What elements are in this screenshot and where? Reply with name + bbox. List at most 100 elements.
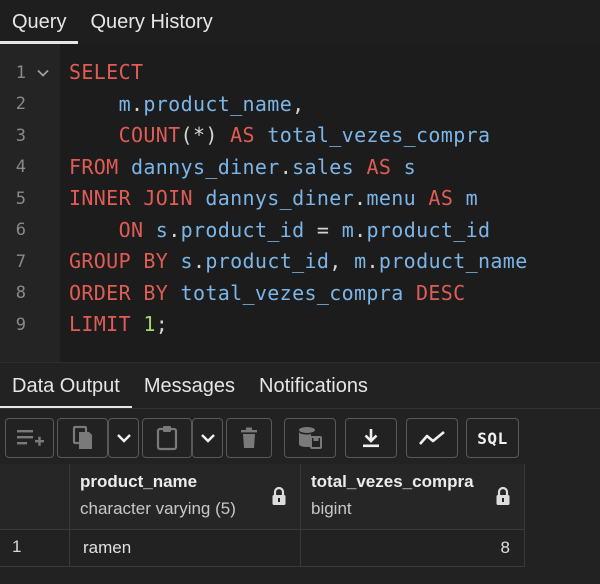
add-row-button[interactable] — [5, 418, 54, 458]
code-token: total_vezes_compra — [180, 280, 404, 305]
column-header-total-vezes-compra[interactable]: total_vezes_compra bigint — [300, 464, 525, 529]
sql-icon: SQL — [477, 428, 508, 448]
tab-query-history[interactable]: Query History — [78, 0, 224, 44]
code-line[interactable]: INNER JOIN dannys_diner.menu AS m — [69, 183, 600, 215]
table-row[interactable]: 1 ramen 8 — [0, 530, 525, 567]
lock-icon — [272, 486, 286, 505]
line-number: 3 — [15, 125, 26, 146]
query-tool: Query Query History 1 2 3 4 5 6 7 8 9 SE… — [0, 0, 600, 584]
code-line[interactable]: m.product_name, — [69, 89, 600, 121]
code-token: SELECT — [69, 60, 144, 84]
code-token: INNER JOIN — [69, 186, 193, 210]
code-token: product_id — [205, 249, 330, 273]
code-token: s — [155, 217, 169, 242]
download-button[interactable] — [345, 418, 397, 458]
copy-icon — [72, 425, 92, 449]
data-output-toolbar: SQL — [0, 408, 600, 465]
code-line[interactable]: FROM dannys_diner.sales AS s — [69, 152, 600, 184]
code-token: s — [403, 154, 417, 179]
cell-total-vezes-compra[interactable]: 8 — [300, 530, 525, 566]
code-token: AS — [230, 123, 255, 147]
tab-data-output[interactable]: Data Output — [0, 363, 132, 409]
code-token: . — [366, 249, 379, 273]
save-data-changes-button[interactable] — [284, 418, 336, 458]
code-token: . — [168, 217, 181, 242]
cell-value: ramen — [83, 538, 132, 557]
code-token: . — [354, 217, 367, 242]
code-line[interactable]: LIMIT 1; — [69, 309, 600, 341]
delete-row-button[interactable] — [226, 418, 272, 458]
column-type: character varying (5) — [80, 499, 236, 518]
code-token: product_id — [366, 217, 491, 242]
line-number: 2 — [15, 94, 26, 115]
paste-icon — [156, 426, 178, 451]
code-token: AS — [366, 154, 392, 179]
code-token: . — [130, 91, 144, 116]
line-number: 4 — [15, 157, 26, 178]
code-token: (*) — [180, 123, 231, 147]
paste-options-dropdown[interactable] — [192, 418, 223, 458]
code-line[interactable]: SELECT — [69, 57, 600, 89]
column-header-product-name[interactable]: product_name character varying (5) — [69, 464, 300, 529]
lock-icon — [496, 486, 510, 505]
code-token: . — [279, 154, 293, 179]
code-area[interactable]: SELECT m.product_name, COUNT(*) AS total… — [60, 44, 600, 362]
column-type: bigint — [311, 499, 352, 518]
copy-options-dropdown[interactable] — [108, 418, 139, 458]
code-token: COUNT — [118, 123, 181, 147]
code-token: m — [118, 91, 131, 116]
fold-chevron-icon[interactable] — [36, 66, 50, 80]
code-token: AS — [428, 186, 454, 210]
tab-messages[interactable]: Messages — [132, 363, 247, 409]
code-token: product_name — [143, 91, 293, 116]
code-token: s — [180, 249, 193, 273]
add-row-icon — [16, 430, 44, 446]
code-line[interactable]: GROUP BY s.product_id, m.product_name — [69, 246, 600, 278]
code-token: total_vezes_compra — [267, 123, 491, 147]
row-number: 1 — [12, 537, 22, 556]
download-icon — [363, 429, 379, 448]
line-number: 5 — [15, 188, 26, 209]
code-token: ORDER BY — [69, 280, 169, 305]
line-number: 7 — [15, 251, 26, 272]
chevron-down-icon — [116, 434, 131, 443]
tab-notifications[interactable]: Notifications — [247, 363, 380, 409]
code-token: = — [304, 217, 342, 242]
sql-editor[interactable]: 1 2 3 4 5 6 7 8 9 SELECT m.product_name,… — [0, 44, 600, 362]
tab-query[interactable]: Query — [0, 0, 79, 44]
code-line[interactable]: COUNT(*) AS total_vezes_compra — [69, 120, 600, 152]
line-chart-icon — [419, 430, 445, 445]
code-token: m — [341, 217, 355, 242]
paste-button[interactable] — [142, 418, 192, 458]
line-gutter: 1 2 3 4 5 6 7 8 9 — [0, 44, 60, 362]
cell-product-name[interactable]: ramen — [69, 530, 300, 566]
code-token: dannys_diner — [130, 154, 280, 179]
cell-value: 8 — [500, 538, 510, 557]
save-data-icon — [299, 427, 322, 449]
code-line[interactable]: ORDER BY total_vezes_compra DESC — [69, 278, 600, 310]
line-number: 8 — [15, 283, 26, 304]
code-line[interactable]: ON s.product_id = m.product_id — [69, 215, 600, 247]
code-token: . — [192, 249, 206, 273]
code-token: . — [354, 186, 367, 210]
copy-button[interactable] — [57, 418, 108, 458]
code-token: menu — [366, 186, 417, 210]
code-token: 1 — [143, 312, 156, 336]
graph-visualiser-button[interactable] — [406, 418, 458, 458]
chevron-down-icon — [200, 434, 215, 443]
code-token: sales — [292, 154, 355, 179]
sql-view-button[interactable]: SQL — [466, 418, 519, 458]
code-token: ; — [155, 312, 169, 336]
